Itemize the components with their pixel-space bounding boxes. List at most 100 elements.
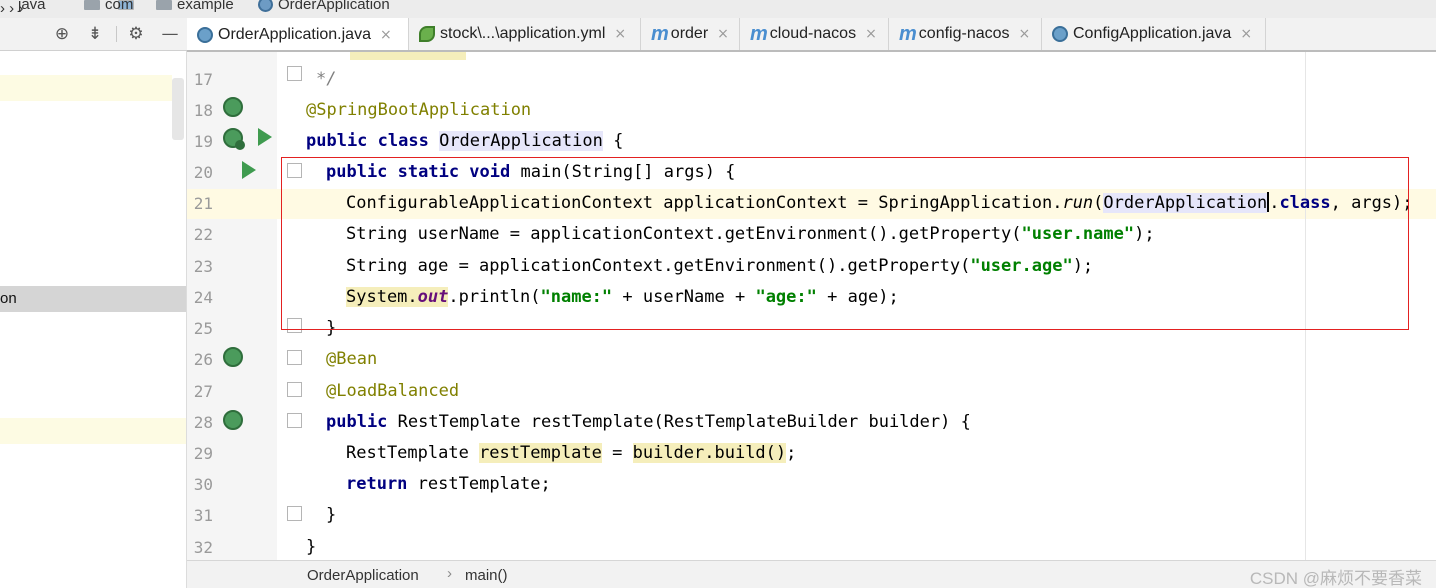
bean-navigation-icon[interactable] (223, 97, 243, 117)
breadcrumb-separator: › (9, 0, 15, 17)
bean-navigation-icon[interactable] (223, 347, 243, 367)
breadcrumb-item-com[interactable]: com (84, 0, 133, 13)
close-icon[interactable]: × (380, 27, 392, 43)
line-number: 29 (193, 444, 213, 463)
line-number: 25 (193, 319, 213, 338)
close-icon[interactable]: × (1240, 26, 1252, 42)
class-overlay-icon (235, 140, 245, 150)
class-name: OrderApplication (439, 131, 603, 151)
tab-config-nacos[interactable]: m config-nacos × (889, 18, 1042, 50)
tab-order[interactable]: m order × (641, 18, 740, 50)
spring-class-icon (1052, 26, 1068, 42)
close-icon[interactable]: × (1019, 26, 1031, 42)
run-icon[interactable] (242, 161, 256, 179)
line-number: 31 (193, 506, 213, 525)
code-line-30: return restTemplate; (346, 469, 551, 500)
code-line-19: public class OrderApplication { (306, 126, 623, 157)
maven-icon: m (899, 22, 917, 45)
tab-orderapplication-java[interactable]: OrderApplication.java × (187, 18, 409, 51)
breadcrumb-separator: › (0, 0, 5, 17)
line-number: 22 (193, 225, 213, 244)
spring-class-icon (258, 0, 273, 12)
project-toolbar: ⊕ ⇟ ⚙ — (0, 18, 187, 51)
breadcrumb-label: java (18, 0, 46, 13)
gear-icon[interactable]: ⚙ (126, 24, 146, 44)
line-number: 28 (193, 413, 213, 432)
close-icon[interactable]: × (865, 26, 877, 42)
close-icon[interactable]: × (717, 26, 729, 42)
line-number: 17 (193, 70, 213, 89)
fold-marker-icon[interactable] (287, 66, 302, 81)
breadcrumb-label: OrderApplication (278, 0, 390, 13)
keyword-text: public (326, 412, 388, 432)
maven-icon: m (750, 22, 768, 45)
line-number: 24 (193, 288, 213, 307)
tab-label: OrderApplication.java (218, 25, 371, 43)
fold-marker-icon[interactable] (287, 350, 302, 365)
tab-configapplication-java[interactable]: ConfigApplication.java × (1042, 18, 1266, 50)
comment-end: */ (316, 69, 337, 89)
spring-leaf-icon (419, 26, 435, 42)
line-number: 30 (193, 475, 213, 494)
close-icon[interactable]: × (614, 26, 626, 42)
tree-row-highlight[interactable] (0, 75, 172, 101)
code-text: = (601, 443, 633, 463)
bean-navigation-icon[interactable] (223, 410, 243, 430)
breadcrumb-item-example[interactable]: example (156, 0, 234, 13)
folder-icon (156, 0, 172, 10)
fold-marker-icon[interactable] (287, 506, 302, 521)
locate-target-icon[interactable]: ⊕ (52, 24, 72, 44)
spring-class-icon (197, 26, 213, 43)
hide-panel-icon[interactable]: — (160, 24, 180, 44)
tab-label: stock\...\application.yml (440, 25, 606, 42)
tab-label: cloud-nacos (769, 25, 857, 42)
code-text: RestTemplate (346, 443, 480, 463)
code-line-28: public RestTemplate restTemplate(RestTem… (326, 407, 971, 438)
breadcrumb-label: com (105, 0, 134, 13)
breadcrumb-item-orderapplication[interactable]: OrderApplication (258, 0, 390, 13)
code-text: { (613, 131, 624, 151)
annotation-text: @SpringBootApplication (306, 100, 532, 120)
fold-marker-icon[interactable] (287, 382, 302, 397)
line-number: 19 (193, 132, 213, 151)
collapse-all-icon[interactable]: ⇟ (85, 24, 105, 44)
keyword-text: public class (306, 131, 429, 151)
code-text: ; (786, 443, 797, 463)
breadcrumb-label: example (177, 0, 234, 13)
run-icon[interactable] (258, 128, 272, 146)
editor-breadcrumb-bar: OrderApplication › main() CSDN @麻烦不要香菜 (187, 560, 1436, 588)
code-text: RestTemplate restTemplate(RestTemplateBu… (397, 412, 971, 432)
panel-scrollbar[interactable] (172, 78, 184, 140)
watermark: CSDN @麻烦不要香菜 (1249, 569, 1422, 588)
code-line-27: @LoadBalanced (326, 376, 459, 407)
tree-row-label: on (0, 290, 17, 307)
code-line-31: } (326, 500, 336, 531)
breadcrumb-method[interactable]: main() (465, 567, 508, 584)
chevron-right-icon: › (447, 565, 452, 582)
tree-row-selected[interactable]: on (0, 286, 186, 312)
breadcrumb-item-java[interactable]: java (18, 0, 134, 13)
tree-row-highlight[interactable] (0, 418, 186, 444)
line-number: 27 (193, 382, 213, 401)
fold-marker-icon[interactable] (287, 413, 302, 428)
code-line-17: */ (316, 64, 336, 95)
tab-cloud-nacos[interactable]: m cloud-nacos × (740, 18, 889, 50)
code-editor[interactable]: 17 18 19 20 21 22 23 24 25 26 27 28 29 3… (187, 52, 1436, 560)
line-number: 20 (193, 163, 213, 182)
code-line-29: RestTemplate restTemplate = builder.buil… (346, 438, 796, 469)
red-annotation-box (281, 157, 1409, 330)
folder-icon (84, 0, 100, 10)
annotation-text: @LoadBalanced (326, 381, 460, 401)
tab-application-yml[interactable]: stock\...\application.yml × (409, 18, 641, 50)
tab-label: config-nacos (918, 25, 1010, 42)
toolbar-divider (116, 26, 117, 42)
annotation-text: @Bean (326, 349, 378, 369)
code-line-18: @SpringBootApplication (306, 95, 531, 126)
line-number: 21 (193, 194, 213, 213)
code-text: restTemplate; (417, 474, 551, 494)
tab-label: order (670, 25, 709, 42)
breadcrumb-class[interactable]: OrderApplication (307, 567, 419, 584)
tab-label: ConfigApplication.java (1073, 25, 1232, 42)
code-line-32: } (306, 532, 316, 560)
code-text: } (326, 505, 337, 525)
